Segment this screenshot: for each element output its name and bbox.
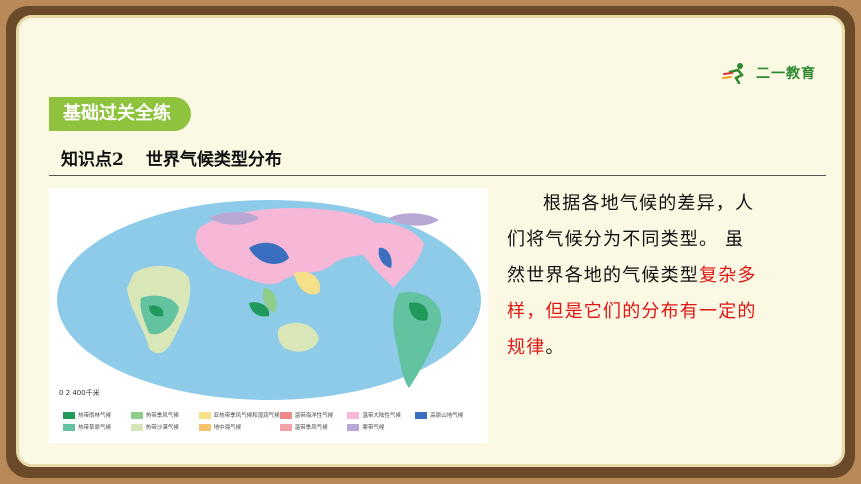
map-graphic: [57, 200, 481, 400]
topic-title: 世界气候类型分布: [145, 150, 282, 170]
section-badge: 基础过关全练: [49, 97, 191, 131]
highlight-text: 样，但是它们的分布有一定的: [507, 301, 757, 322]
paragraph-line: 然世界各地的气候类型复杂多: [507, 265, 757, 286]
legend-item: 热带沙漠气候: [130, 423, 199, 431]
topic-number: 知识点2: [61, 150, 124, 170]
paragraph-line: 根据各地气候的差异，人: [543, 193, 755, 214]
legend-item: 温带季风气候: [279, 423, 348, 431]
legend-item: 热带草原气候: [63, 423, 131, 431]
legend-item: 热带季风气候: [130, 411, 199, 419]
legend-item: 寒带气候: [347, 423, 415, 431]
description-paragraph: 根据各地气候的差异，人 们将气候分为不同类型。 虽 然世界各地的气候类型复杂多 …: [507, 186, 825, 366]
slide-board: 二一教育 基础过关全练 知识点2 世界气候类型分布 0 2 400千米 热带雨林…: [16, 15, 845, 467]
paragraph-line: 规律。: [507, 337, 565, 358]
brand-name: 二一教育: [756, 66, 816, 82]
legend-item: 亚热带季风气候和湿润气候: [198, 411, 280, 419]
highlight-text: 复杂多: [699, 265, 757, 286]
legend-item: 温带海洋性气候: [279, 411, 348, 419]
map-scale: 0 2 400千米: [59, 389, 100, 397]
legend-item: 高原山地气候: [415, 411, 483, 419]
topic-heading: 知识点2 世界气候类型分布: [61, 145, 282, 170]
map-legend: 热带雨林气候 热带季风气候 亚热带季风气候和湿润气候 温带海洋性气候 温带大陆性…: [63, 411, 483, 431]
world-climate-map: 0 2 400千米 热带雨林气候 热带季风气候 亚热带季风气候和湿润气候 温带海…: [49, 188, 488, 443]
heading-divider: [49, 175, 826, 176]
legend-item: 地中海气候: [198, 423, 280, 431]
brand-logo: 二一教育: [722, 62, 816, 84]
legend-item: 热带雨林气候: [63, 411, 131, 419]
paragraph-line: 样，但是它们的分布有一定的: [507, 294, 825, 330]
running-person-icon: [722, 62, 752, 84]
legend-item: 温带大陆性气候: [347, 411, 415, 419]
highlight-text: 规律: [507, 337, 546, 358]
paragraph-line: 们将气候分为不同类型。 虽: [507, 229, 745, 250]
